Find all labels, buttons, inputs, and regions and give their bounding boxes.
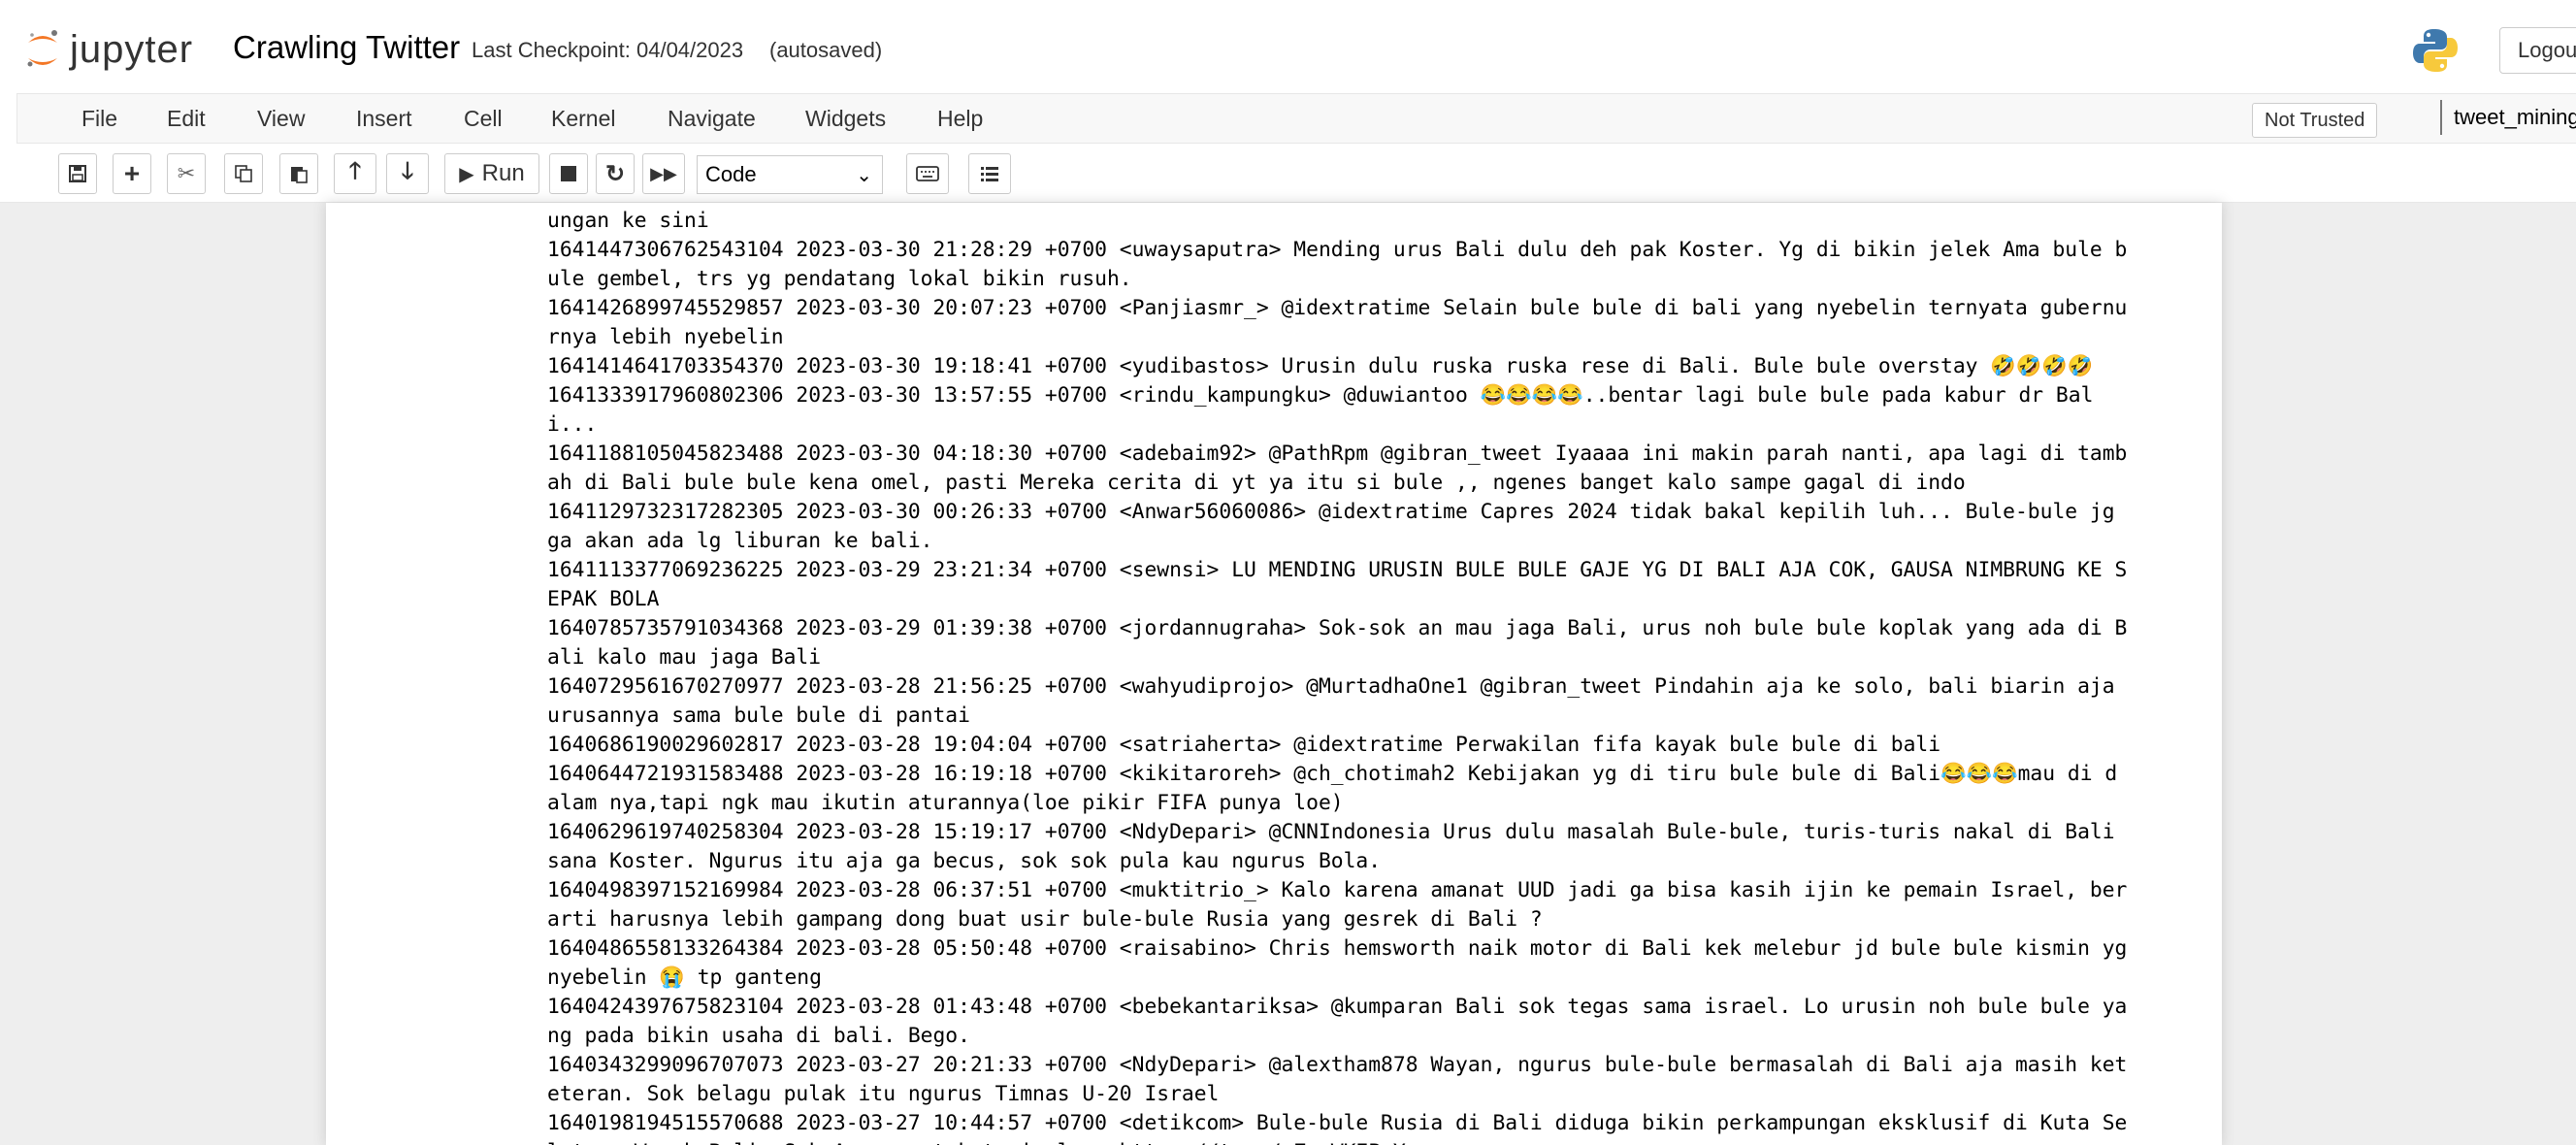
output-line: 1641113377069236225 2023-03-29 23:21:34 …	[547, 558, 2128, 582]
output-line: 1641426899745529857 2023-03-30 20:07:23 …	[547, 296, 2128, 320]
menu-widgets[interactable]: Widgets	[805, 106, 886, 132]
restart-icon: ↻	[604, 160, 626, 187]
output-line: 1640498397152169984 2023-03-28 06:37:51 …	[547, 878, 2128, 902]
plus-icon: +	[123, 158, 141, 188]
jupyter-logo-icon	[27, 30, 57, 67]
notebook-name[interactable]: Crawling Twitter	[233, 29, 460, 66]
top-bar: jupyter Crawling Twitter Last Checkpoint…	[0, 14, 2576, 83]
fast-forward-icon: ▶▶	[650, 163, 677, 183]
menu-bar: File Edit View Insert Cell Kernel Naviga…	[16, 93, 2576, 144]
python-logo-icon	[2413, 29, 2458, 72]
output-line: rnya lebih nyebelin	[547, 325, 784, 349]
jupyter-logo[interactable]: jupyter	[25, 27, 193, 72]
copy-button[interactable]	[224, 153, 263, 194]
play-icon: ▶	[459, 163, 474, 185]
interrupt-button[interactable]	[549, 153, 588, 194]
notebook-container: ungan ke sini 1641447306762543104 2023-03…	[326, 203, 2222, 1145]
output-line: latan. Warub Bali: Sok Aza mau tak tanim…	[547, 1138, 2216, 1145]
output-line: nyebelin 😭 tp ganteng	[547, 965, 822, 990]
output-line: eteran. Sok belagu pulak itu ngurus Timn…	[547, 1082, 1220, 1106]
output-line: 1640729561670270977 2023-03-28 21:56:25 …	[547, 674, 2115, 699]
toolbar: + ✂ 🡑 🡓 ▶ Run ↻ ▶▶ Code ⌄	[0, 153, 2576, 198]
output-line: ali kalo mau jaga Bali	[547, 645, 822, 670]
kernel-name-indicator[interactable]: tweet_mining	[2440, 100, 2576, 135]
menu-insert[interactable]: Insert	[356, 106, 412, 132]
output-line: ga akan ada lg liburan ke bali.	[547, 529, 933, 553]
paste-button[interactable]	[279, 153, 318, 194]
output-line: EPAK BOLA	[547, 587, 660, 611]
menu-edit[interactable]: Edit	[167, 106, 206, 132]
arrow-down-icon: 🡓	[401, 157, 414, 184]
jupyter-logo-text: jupyter	[70, 27, 194, 71]
restart-run-all-button[interactable]: ▶▶	[642, 153, 685, 194]
output-line: arti harusnya lebih gampang dong buat us…	[547, 907, 1543, 932]
logout-button[interactable]: Logou	[2499, 27, 2576, 74]
menu-kernel[interactable]: Kernel	[551, 106, 615, 132]
output-line: 1640686190029602817 2023-03-28 19:04:04 …	[547, 733, 1941, 757]
output-line: 1641333917960802306 2023-03-30 13:57:55 …	[547, 383, 2094, 408]
move-up-button[interactable]: 🡑	[334, 153, 376, 194]
restart-button[interactable]: ↻	[596, 153, 635, 194]
stop-icon	[561, 166, 576, 181]
output-line: 1640343299096707073 2023-03-27 20:21:33 …	[547, 1053, 2128, 1077]
scissors-icon: ✂	[177, 161, 196, 185]
menu-file[interactable]: File	[82, 106, 117, 132]
run-label: Run	[481, 160, 525, 186]
output-line: 1640486558133264384 2023-03-28 05:50:48 …	[547, 936, 2128, 961]
save-icon	[69, 165, 86, 182]
menu-navigate[interactable]: Navigate	[668, 106, 756, 132]
output-line: urusannya sama bule bule di pantai	[547, 703, 970, 728]
output-line: ungan ke sini	[547, 209, 709, 233]
output-line: 1640629619740258304 2023-03-28 15:19:17 …	[547, 820, 2115, 844]
output-line: 1641129732317282305 2023-03-30 00:26:33 …	[547, 500, 2115, 524]
insert-cell-button[interactable]: +	[113, 153, 151, 194]
move-down-button[interactable]: 🡓	[386, 153, 429, 194]
paste-icon	[291, 167, 308, 183]
save-button[interactable]	[58, 153, 97, 194]
output-line: 1640644721931583488 2023-03-28 16:19:18 …	[547, 762, 2118, 786]
not-trusted-button[interactable]: Not Trusted	[2252, 103, 2378, 138]
output-line: 1641188105045823488 2023-03-30 04:18:30 …	[547, 442, 2128, 466]
notebook-header: jupyter Crawling Twitter Last Checkpoint…	[0, 0, 2576, 203]
output-line: 1640198194515570688 2023-03-27 10:44:57 …	[547, 1111, 2128, 1135]
list-icon	[981, 167, 998, 181]
output-line: alam nya,tapi ngk mau ikutin aturannya(l…	[547, 791, 1344, 815]
menu-cell[interactable]: Cell	[464, 106, 503, 132]
menu-view[interactable]: View	[257, 106, 305, 132]
output-line: i...	[547, 412, 598, 437]
last-checkpoint: Last Checkpoint: 04/04/2023	[472, 38, 744, 62]
copy-icon	[235, 165, 252, 182]
output-line: 1641414641703354370 2023-03-30 19:18:41 …	[547, 354, 2094, 378]
command-palette-button[interactable]	[906, 153, 949, 194]
output-line: sana Koster. Ngurus itu aja ga becus, so…	[547, 849, 1382, 873]
keyboard-icon	[916, 166, 939, 181]
cell-output-area: ungan ke sini 1641447306762543104 2023-03…	[547, 207, 2216, 1145]
output-line: 1641447306762543104 2023-03-30 21:28:29 …	[547, 238, 2128, 262]
cell-type-value: Code	[705, 162, 757, 186]
output-line: ule gembel, trs yg pendatang lokal bikin…	[547, 267, 1132, 291]
cut-button[interactable]: ✂	[167, 153, 206, 194]
arrow-up-icon: 🡑	[348, 157, 362, 184]
menu-help[interactable]: Help	[937, 106, 983, 132]
output-line: 1640424397675823104 2023-03-28 01:43:48 …	[547, 995, 2128, 1019]
run-button[interactable]: ▶ Run	[444, 153, 539, 194]
chevron-down-icon: ⌄	[856, 165, 872, 186]
cell-type-select[interactable]: Code ⌄	[697, 155, 883, 194]
output-line: 1640785735791034368 2023-03-29 01:39:38 …	[547, 616, 2128, 640]
toggle-toolbar-button[interactable]	[968, 153, 1011, 194]
output-line: ah di Bali bule bule kena omel, pasti Me…	[547, 471, 1966, 495]
autosave-status: (autosaved)	[769, 38, 883, 62]
output-line: ng pada bikin usaha di bali. Bego.	[547, 1024, 970, 1048]
